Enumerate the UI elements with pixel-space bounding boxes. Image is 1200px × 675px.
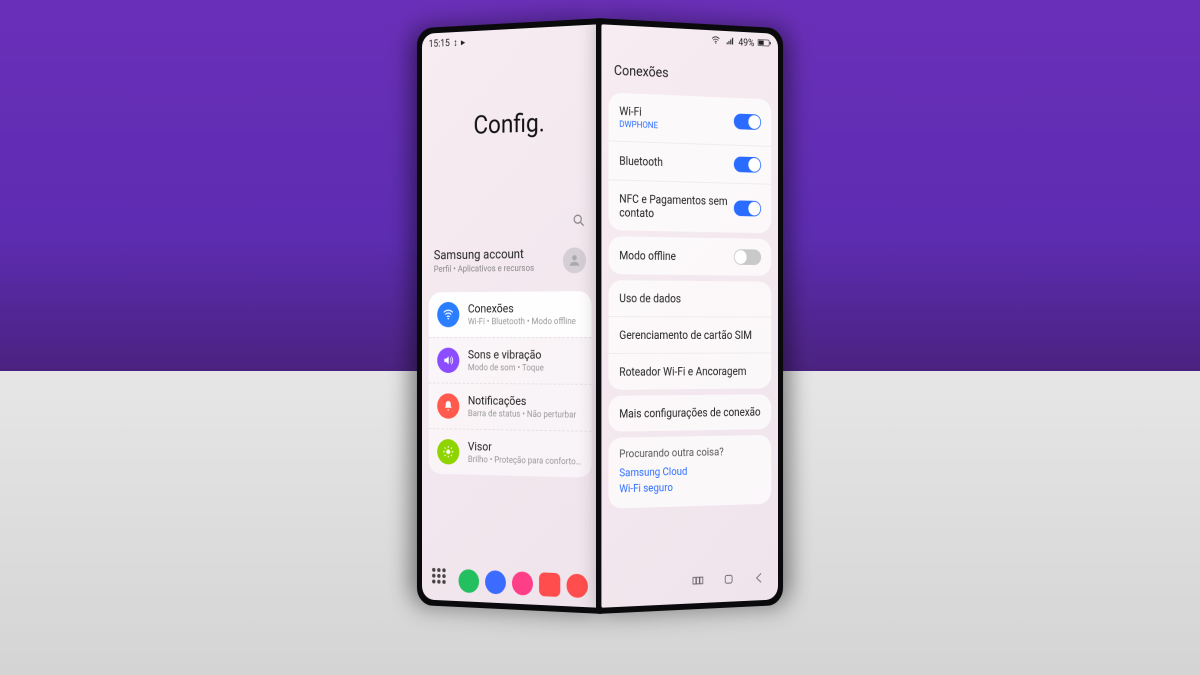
connections-group-1: Wi-FiDWPHONE Bluetooth NFC e Pagamentos se…	[609, 93, 772, 234]
left-screen: 15:15 ↕ ▸ Config. Samsung account Perfil…	[422, 24, 599, 607]
samsung-account-row[interactable]: Samsung account Perfil • Aplicativos e r…	[422, 240, 599, 285]
flipboard-app-icon[interactable]	[539, 572, 560, 597]
status-icon: ↕	[453, 37, 457, 48]
category-title: Sons e vibração	[468, 348, 583, 362]
link-wifi-seguro[interactable]: Wi-Fi seguro	[619, 479, 761, 496]
category-title: Notificações	[468, 394, 583, 409]
nav-home-icon[interactable]	[722, 571, 736, 591]
category-subtitle: Modo de som • Toque	[468, 363, 583, 374]
status-icon: ▸	[461, 37, 465, 48]
sound-icon	[437, 348, 459, 373]
looking-for-card: Procurando outra coisa? Samsung Cloud Wi…	[609, 435, 772, 509]
account-subtitle: Perfil • Aplicativos e recursos	[434, 264, 554, 275]
category-notifica-es[interactable]: NotificaçõesBarra de status • Não pertur…	[429, 383, 592, 431]
screen-left-half: 15:15 ↕ ▸ Config. Samsung account Perfil…	[417, 18, 604, 614]
panel-heading: Conexões	[601, 46, 778, 94]
row-title: Bluetooth	[619, 154, 734, 171]
setting-roteador-wi-fi-e-ancoragem[interactable]: Roteador Wi-Fi e Ancoragem	[609, 352, 772, 389]
link-samsung-cloud[interactable]: Samsung Cloud	[619, 463, 761, 479]
foldable-phone: 15:15 ↕ ▸ Config. Samsung account Perfil…	[360, 18, 840, 654]
row-title: Modo offline	[619, 248, 734, 263]
gallery-app-icon[interactable]	[512, 571, 533, 596]
category-title: Visor	[468, 439, 583, 455]
account-title: Samsung account	[434, 247, 554, 263]
sun-icon	[437, 439, 459, 465]
setting-gerenciamento-de-cart-o-sim[interactable]: Gerenciamento de cartão SIM	[609, 316, 772, 353]
settings-categories: Conexões Wi-Fi • Bluetooth • Modo offline…	[429, 291, 592, 478]
battery-icon	[758, 37, 772, 50]
toggle[interactable]	[734, 113, 761, 130]
row-subtitle: DWPHONE	[619, 120, 734, 134]
toggle[interactable]	[734, 200, 761, 216]
category-conex-es[interactable]: Conexões Wi-Fi • Bluetooth • Modo offline	[429, 291, 592, 337]
signal-status-icon	[725, 35, 735, 48]
looking-for-text: Procurando outra coisa?	[619, 445, 761, 461]
category-title: Conexões	[468, 301, 583, 315]
connections-group-3: Uso de dados Gerenciamento de cartão SIM R…	[609, 280, 772, 390]
category-visor[interactable]: VisorBrilho • Proteção para conforto ocu…	[429, 428, 592, 478]
connections-panel: Conexões Wi-FiDWPHONE Bluetooth NFC e Paga…	[601, 46, 778, 574]
screen-right-half: 49% Conexões Wi-FiDWPHONE Bluetooth NFC e …	[596, 18, 783, 614]
connections-group-4: Mais configurações de conexão	[609, 394, 772, 432]
dock-left	[425, 563, 595, 604]
toggle[interactable]	[734, 156, 761, 172]
camera-app-icon[interactable]	[567, 573, 588, 598]
row-title: Uso de dados	[619, 291, 761, 306]
nav-recents-icon[interactable]	[691, 572, 705, 592]
row-title: Mais configurações de conexão	[619, 405, 761, 421]
setting-bluetooth[interactable]: Bluetooth	[609, 140, 772, 183]
setting-uso-de-dados[interactable]: Uso de dados	[609, 280, 772, 316]
right-screen: 49% Conexões Wi-FiDWPHONE Bluetooth NFC e …	[601, 24, 778, 607]
nav-back-icon[interactable]	[753, 570, 767, 590]
search-icon[interactable]	[572, 212, 586, 232]
settings-list: Config. Samsung account Perfil • Aplicat…	[422, 46, 599, 574]
battery-text: 49%	[738, 37, 754, 49]
status-time: 15:15	[429, 38, 450, 50]
category-subtitle: Brilho • Proteção para conforto ocular	[468, 455, 583, 467]
wifi-icon	[437, 302, 459, 327]
row-title: NFC e Pagamentos sem contato	[619, 192, 734, 222]
avatar-icon	[563, 247, 586, 273]
row-title: Gerenciamento de cartão SIM	[619, 328, 761, 342]
row-title: Wi-Fi	[619, 104, 734, 122]
wifi-status-icon	[711, 35, 721, 48]
phone-app-icon[interactable]	[458, 569, 479, 593]
page-title: Config.	[422, 106, 599, 142]
setting-wi-fi[interactable]: Wi-FiDWPHONE	[609, 93, 772, 146]
toggle[interactable]	[734, 249, 761, 265]
category-subtitle: Barra de status • Não perturbar	[468, 409, 583, 420]
apps-grid-icon[interactable]	[432, 568, 452, 592]
messages-app-icon[interactable]	[485, 570, 506, 594]
connections-group-2: Modo offline	[609, 236, 772, 276]
setting-nfc-e-pagamentos-sem-contato[interactable]: NFC e Pagamentos sem contato	[609, 179, 772, 233]
row-title: Roteador Wi-Fi e Ancoragem	[619, 364, 761, 379]
setting-mais-configura-es-de-conex-o[interactable]: Mais configurações de conexão	[609, 394, 772, 432]
category-sons-e-vibra-o[interactable]: Sons e vibraçãoModo de som • Toque	[429, 337, 592, 384]
bell-icon	[437, 393, 459, 419]
navigation-bar	[605, 563, 775, 604]
setting-modo-offline[interactable]: Modo offline	[609, 236, 772, 276]
category-subtitle: Wi-Fi • Bluetooth • Modo offline	[468, 317, 583, 327]
